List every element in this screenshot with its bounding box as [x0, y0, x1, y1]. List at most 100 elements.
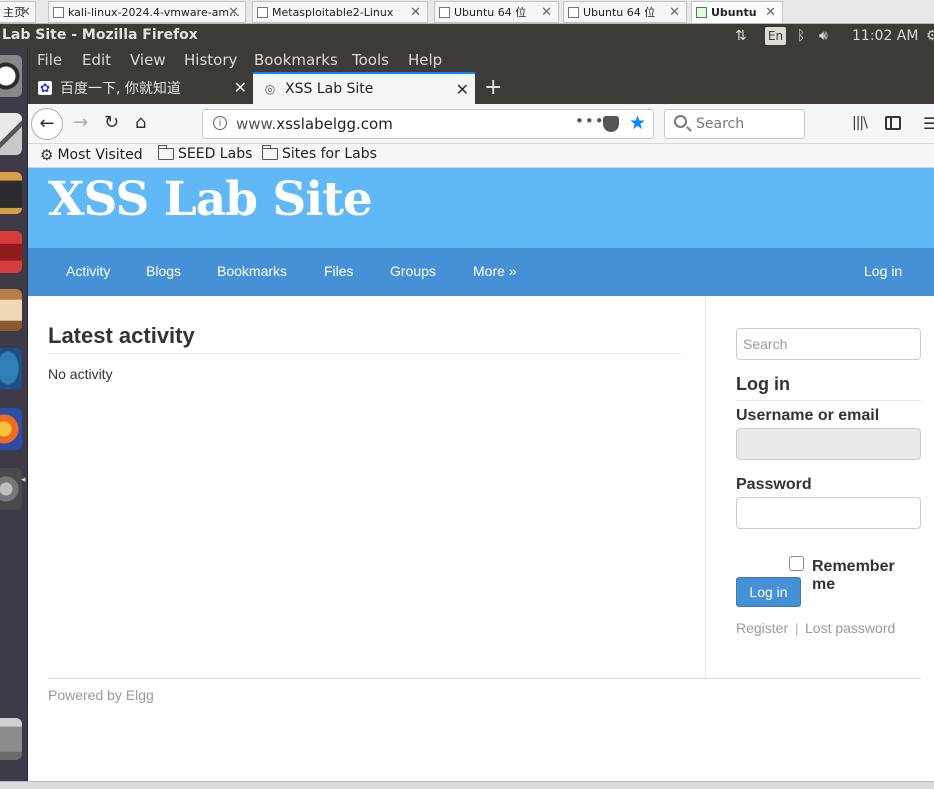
- site-search-input[interactable]: Search: [736, 328, 921, 360]
- launcher-settings-icon[interactable]: [0, 468, 22, 510]
- close-icon[interactable]: ✕: [765, 5, 776, 20]
- launcher-app-red-icon[interactable]: [0, 231, 22, 273]
- close-icon[interactable]: ✕: [456, 80, 469, 99]
- network-transfer-icon[interactable]: ⇅: [735, 28, 747, 44]
- pocket-icon[interactable]: [603, 116, 619, 132]
- launcher-files-icon[interactable]: [0, 289, 22, 331]
- lost-password-link[interactable]: Lost password: [805, 620, 895, 636]
- library-icon[interactable]: |||\: [852, 115, 868, 131]
- search-placeholder: Search: [696, 116, 745, 132]
- volume-icon[interactable]: 🔊︎: [819, 28, 828, 44]
- info-icon[interactable]: i: [213, 116, 227, 130]
- nav-blogs[interactable]: Blogs: [146, 263, 181, 279]
- bookmark-label: Sites for Labs: [282, 146, 377, 162]
- close-icon[interactable]: ✕: [228, 5, 239, 20]
- nav-activity[interactable]: Activity: [66, 263, 110, 279]
- vm-tab-label: kali-linux-2024.4-vmware-am...: [68, 5, 240, 19]
- launcher-trash-icon[interactable]: [0, 718, 22, 760]
- divider: [48, 353, 681, 354]
- power-gear-icon[interactable]: ⚙: [926, 28, 934, 44]
- url-bar[interactable]: i www.xsslabelgg.com ••• ★: [202, 109, 654, 139]
- reload-icon[interactable]: ↻: [104, 112, 119, 133]
- tab-title: XSS Lab Site: [285, 81, 374, 97]
- bookmarks-toolbar: ⚙ Most Visited SEED Labs Sites for Labs: [28, 144, 934, 168]
- menu-file[interactable]: File: [37, 51, 62, 69]
- menu-bookmarks[interactable]: Bookmarks: [254, 51, 338, 69]
- vm-icon: [439, 6, 450, 18]
- powered-by-link[interactable]: Powered by Elgg: [48, 687, 154, 703]
- keyboard-layout-indicator[interactable]: En: [765, 27, 786, 45]
- register-link[interactable]: Register: [736, 620, 788, 636]
- close-icon[interactable]: ✕: [20, 5, 31, 20]
- folder-icon: [262, 145, 278, 160]
- site-title[interactable]: XSS Lab Site: [48, 172, 373, 227]
- site-body: Latest activity No activity Search Log i…: [28, 296, 934, 780]
- password-field[interactable]: [736, 497, 921, 529]
- nav-login[interactable]: Log in: [864, 263, 902, 279]
- close-icon[interactable]: ✕: [669, 5, 680, 20]
- bluetooth-icon[interactable]: ᛒ: [797, 28, 805, 44]
- vm-tab-ubuntu-64-b[interactable]: Ubuntu 64 位 ✕: [563, 1, 687, 23]
- vm-tab-home[interactable]: 主页 ✕: [0, 1, 36, 23]
- vm-tab-ubuntu[interactable]: Ubuntu ✕: [691, 1, 783, 23]
- close-icon[interactable]: ✕: [541, 5, 552, 20]
- close-icon[interactable]: ✕: [410, 5, 421, 20]
- menu-label: File: [37, 51, 63, 69]
- browser-search-box[interactable]: Search: [664, 109, 805, 139]
- tab-xss-lab-site[interactable]: ◎ XSS Lab Site ✕: [253, 72, 475, 104]
- remember-me-label[interactable]: Remember me: [812, 558, 921, 594]
- folder-icon: [158, 145, 174, 160]
- active-app-arrow-icon: ◂: [21, 475, 26, 485]
- vm-tab-ubuntu-64-a[interactable]: Ubuntu 64 位 ✕: [434, 1, 559, 23]
- vm-icon: [257, 6, 268, 18]
- vm-icon: [696, 6, 707, 18]
- username-label: Username or email: [736, 407, 880, 424]
- browser-tab-bar: ✿ 百度一下, 你就知道 ✕ ◎ XSS Lab Site ✕ +: [28, 72, 934, 104]
- menu-edit[interactable]: Edit: [82, 51, 111, 69]
- launcher-terminal-icon[interactable]: [0, 172, 22, 214]
- url-text[interactable]: www.xsslabelgg.com: [236, 115, 393, 133]
- nav-more[interactable]: More »: [473, 263, 517, 279]
- menu-help[interactable]: Help: [408, 51, 442, 69]
- launcher-wireshark-icon[interactable]: [0, 348, 22, 390]
- launcher-dash-icon[interactable]: [0, 55, 22, 97]
- vm-tab-strip: 主页 ✕ kali-linux-2024.4-vmware-am... ✕ Me…: [0, 0, 934, 24]
- menu-label: View: [130, 51, 166, 69]
- forward-arrow-icon[interactable]: →: [73, 112, 88, 133]
- remember-me-checkbox[interactable]: [789, 556, 804, 571]
- url-prefix: www.: [236, 115, 277, 133]
- page-title: Latest activity: [48, 323, 195, 348]
- bookmark-seed-labs[interactable]: SEED Labs: [158, 145, 252, 162]
- launcher-firefox-icon[interactable]: [0, 408, 22, 450]
- menu-label: Tools: [352, 51, 389, 69]
- new-tab-plus-icon[interactable]: +: [484, 75, 502, 100]
- vm-tab-kali[interactable]: kali-linux-2024.4-vmware-am... ✕: [48, 1, 246, 23]
- nav-files[interactable]: Files: [324, 263, 354, 279]
- site-favicon-icon: ◎: [264, 82, 276, 96]
- hamburger-menu-icon[interactable]: ☰: [923, 114, 934, 133]
- clock[interactable]: 11:02 AM: [852, 28, 918, 44]
- empty-state-text: No activity: [48, 366, 113, 382]
- menu-history[interactable]: History: [184, 51, 237, 69]
- vm-tab-metasploitable[interactable]: Metasploitable2-Linux ✕: [252, 1, 428, 23]
- bookmark-most-visited[interactable]: ⚙ Most Visited: [40, 146, 143, 164]
- bookmark-sites-for-labs[interactable]: Sites for Labs: [262, 145, 377, 162]
- nav-groups[interactable]: Groups: [390, 263, 436, 279]
- bookmark-star-icon[interactable]: ★: [629, 112, 646, 134]
- column-divider: [705, 296, 706, 678]
- login-button[interactable]: Log in: [736, 577, 801, 607]
- menu-tools[interactable]: Tools: [352, 51, 389, 69]
- back-arrow-icon[interactable]: ←: [31, 108, 63, 140]
- sidebar-toggle-icon[interactable]: [885, 116, 901, 130]
- launcher-text-editor-icon[interactable]: [0, 113, 22, 155]
- nav-bookmarks[interactable]: Bookmarks: [217, 263, 287, 279]
- username-field[interactable]: [736, 428, 921, 460]
- close-icon[interactable]: ✕: [234, 78, 247, 97]
- home-icon[interactable]: ⌂: [135, 112, 146, 133]
- page-actions-ellipsis-icon[interactable]: •••: [575, 112, 605, 130]
- menu-view[interactable]: View: [130, 51, 166, 69]
- vm-status-strip: [0, 781, 934, 789]
- divider: [736, 400, 921, 401]
- tab-baidu[interactable]: ✿ 百度一下, 你就知道 ✕: [28, 72, 253, 104]
- vm-tab-label: Ubuntu 64 位: [583, 6, 656, 19]
